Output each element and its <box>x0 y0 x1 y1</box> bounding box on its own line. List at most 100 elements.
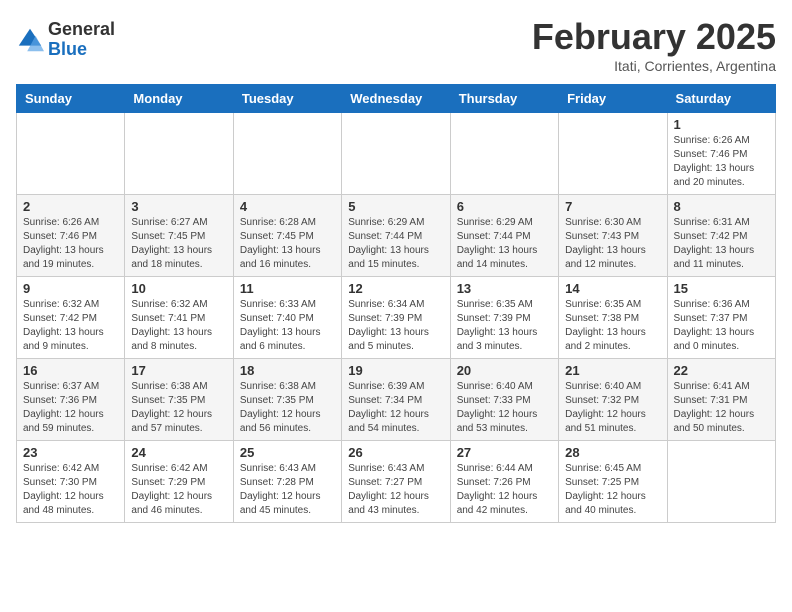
calendar-cell: 12 Sunrise: 6:34 AM Sunset: 7:39 PM Dayli… <box>342 277 450 359</box>
logo: General Blue <box>16 20 115 60</box>
calendar-cell: 19 Sunrise: 6:39 AM Sunset: 7:34 PM Dayli… <box>342 359 450 441</box>
day-info: Sunrise: 6:27 AM Sunset: 7:45 PM Dayligh… <box>131 216 226 272</box>
day-number: 3 <box>131 199 226 214</box>
calendar-cell: 20 Sunrise: 6:40 AM Sunset: 7:33 PM Dayli… <box>450 359 558 441</box>
day-number: 23 <box>23 445 118 460</box>
calendar-cell <box>559 113 667 195</box>
calendar-cell: 3 Sunrise: 6:27 AM Sunset: 7:45 PM Daylig… <box>125 195 233 277</box>
calendar-cell: 5 Sunrise: 6:29 AM Sunset: 7:44 PM Daylig… <box>342 195 450 277</box>
calendar-cell <box>667 441 775 523</box>
day-info: Sunrise: 6:29 AM Sunset: 7:44 PM Dayligh… <box>457 216 552 272</box>
calendar-cell: 25 Sunrise: 6:43 AM Sunset: 7:28 PM Dayli… <box>233 441 341 523</box>
day-header-sunday: Sunday <box>17 85 125 113</box>
day-number: 10 <box>131 281 226 296</box>
calendar-cell <box>450 113 558 195</box>
day-info: Sunrise: 6:42 AM Sunset: 7:30 PM Dayligh… <box>23 462 118 518</box>
day-info: Sunrise: 6:40 AM Sunset: 7:33 PM Dayligh… <box>457 380 552 436</box>
calendar-cell <box>342 113 450 195</box>
day-number: 15 <box>674 281 769 296</box>
day-number: 14 <box>565 281 660 296</box>
day-number: 22 <box>674 363 769 378</box>
calendar-cell: 9Sunrise: 6:32 AM Sunset: 7:42 PM Daylig… <box>17 277 125 359</box>
calendar-cell: 17 Sunrise: 6:38 AM Sunset: 7:35 PM Dayli… <box>125 359 233 441</box>
day-info: Sunrise: 6:26 AM Sunset: 7:46 PM Dayligh… <box>23 216 118 272</box>
day-number: 16 <box>23 363 118 378</box>
calendar-cell: 7 Sunrise: 6:30 AM Sunset: 7:43 PM Daylig… <box>559 195 667 277</box>
day-info: Sunrise: 6:33 AM Sunset: 7:40 PM Dayligh… <box>240 298 335 354</box>
calendar-cell: 27Sunrise: 6:44 AM Sunset: 7:26 PM Dayli… <box>450 441 558 523</box>
day-header-saturday: Saturday <box>667 85 775 113</box>
calendar-cell: 18Sunrise: 6:38 AM Sunset: 7:35 PM Dayli… <box>233 359 341 441</box>
day-info: Sunrise: 6:32 AM Sunset: 7:41 PM Dayligh… <box>131 298 226 354</box>
day-info: Sunrise: 6:35 AM Sunset: 7:39 PM Dayligh… <box>457 298 552 354</box>
day-info: Sunrise: 6:30 AM Sunset: 7:43 PM Dayligh… <box>565 216 660 272</box>
logo-blue-text: Blue <box>48 40 115 60</box>
day-number: 27 <box>457 445 552 460</box>
calendar-week-row: 2 Sunrise: 6:26 AM Sunset: 7:46 PM Daylig… <box>17 195 776 277</box>
day-info: Sunrise: 6:31 AM Sunset: 7:42 PM Dayligh… <box>674 216 769 272</box>
day-header-wednesday: Wednesday <box>342 85 450 113</box>
day-info: Sunrise: 6:42 AM Sunset: 7:29 PM Dayligh… <box>131 462 226 518</box>
day-info: Sunrise: 6:36 AM Sunset: 7:37 PM Dayligh… <box>674 298 769 354</box>
day-number: 2 <box>23 199 118 214</box>
calendar-week-row: 1 Sunrise: 6:26 AM Sunset: 7:46 PM Daylig… <box>17 113 776 195</box>
day-header-friday: Friday <box>559 85 667 113</box>
day-number: 25 <box>240 445 335 460</box>
calendar-cell: 1 Sunrise: 6:26 AM Sunset: 7:46 PM Daylig… <box>667 113 775 195</box>
day-info: Sunrise: 6:37 AM Sunset: 7:36 PM Dayligh… <box>23 380 118 436</box>
day-info: Sunrise: 6:35 AM Sunset: 7:38 PM Dayligh… <box>565 298 660 354</box>
day-number: 21 <box>565 363 660 378</box>
calendar-cell: 21 Sunrise: 6:40 AM Sunset: 7:32 PM Dayli… <box>559 359 667 441</box>
title-area: February 2025 Itati, Corrientes, Argenti… <box>532 16 776 74</box>
day-info: Sunrise: 6:38 AM Sunset: 7:35 PM Dayligh… <box>131 380 226 436</box>
day-number: 7 <box>565 199 660 214</box>
calendar-cell: 4 Sunrise: 6:28 AM Sunset: 7:45 PM Daylig… <box>233 195 341 277</box>
calendar-cell <box>17 113 125 195</box>
day-info: Sunrise: 6:45 AM Sunset: 7:25 PM Dayligh… <box>565 462 660 518</box>
day-number: 6 <box>457 199 552 214</box>
calendar-cell <box>125 113 233 195</box>
calendar-week-row: 9Sunrise: 6:32 AM Sunset: 7:42 PM Daylig… <box>17 277 776 359</box>
calendar-cell: 6 Sunrise: 6:29 AM Sunset: 7:44 PM Daylig… <box>450 195 558 277</box>
day-number: 11 <box>240 281 335 296</box>
day-number: 9 <box>23 281 118 296</box>
day-number: 8 <box>674 199 769 214</box>
calendar-week-row: 23 Sunrise: 6:42 AM Sunset: 7:30 PM Dayli… <box>17 441 776 523</box>
day-info: Sunrise: 6:29 AM Sunset: 7:44 PM Dayligh… <box>348 216 443 272</box>
logo-general-text: General <box>48 20 115 40</box>
day-number: 13 <box>457 281 552 296</box>
day-number: 26 <box>348 445 443 460</box>
calendar-cell: 23 Sunrise: 6:42 AM Sunset: 7:30 PM Dayli… <box>17 441 125 523</box>
calendar-cell: 10 Sunrise: 6:32 AM Sunset: 7:41 PM Dayli… <box>125 277 233 359</box>
calendar-cell: 28 Sunrise: 6:45 AM Sunset: 7:25 PM Dayli… <box>559 441 667 523</box>
day-number: 5 <box>348 199 443 214</box>
day-info: Sunrise: 6:39 AM Sunset: 7:34 PM Dayligh… <box>348 380 443 436</box>
day-number: 4 <box>240 199 335 214</box>
day-number: 1 <box>674 117 769 132</box>
month-title: February 2025 <box>532 16 776 58</box>
calendar-week-row: 16 Sunrise: 6:37 AM Sunset: 7:36 PM Dayli… <box>17 359 776 441</box>
day-number: 19 <box>348 363 443 378</box>
day-info: Sunrise: 6:43 AM Sunset: 7:27 PM Dayligh… <box>348 462 443 518</box>
day-info: Sunrise: 6:43 AM Sunset: 7:28 PM Dayligh… <box>240 462 335 518</box>
calendar-header-row: SundayMondayTuesdayWednesdayThursdayFrid… <box>17 85 776 113</box>
day-info: Sunrise: 6:40 AM Sunset: 7:32 PM Dayligh… <box>565 380 660 436</box>
day-number: 18 <box>240 363 335 378</box>
calendar-cell: 22Sunrise: 6:41 AM Sunset: 7:31 PM Dayli… <box>667 359 775 441</box>
day-number: 17 <box>131 363 226 378</box>
day-header-thursday: Thursday <box>450 85 558 113</box>
calendar-cell: 24Sunrise: 6:42 AM Sunset: 7:29 PM Dayli… <box>125 441 233 523</box>
day-info: Sunrise: 6:28 AM Sunset: 7:45 PM Dayligh… <box>240 216 335 272</box>
calendar-cell <box>233 113 341 195</box>
day-info: Sunrise: 6:26 AM Sunset: 7:46 PM Dayligh… <box>674 134 769 190</box>
day-info: Sunrise: 6:34 AM Sunset: 7:39 PM Dayligh… <box>348 298 443 354</box>
calendar-cell: 13 Sunrise: 6:35 AM Sunset: 7:39 PM Dayli… <box>450 277 558 359</box>
day-number: 12 <box>348 281 443 296</box>
calendar-table: SundayMondayTuesdayWednesdayThursdayFrid… <box>16 84 776 523</box>
calendar-cell: 2 Sunrise: 6:26 AM Sunset: 7:46 PM Daylig… <box>17 195 125 277</box>
day-number: 20 <box>457 363 552 378</box>
header: General Blue February 2025 Itati, Corrie… <box>16 16 776 74</box>
calendar-cell: 15 Sunrise: 6:36 AM Sunset: 7:37 PM Dayli… <box>667 277 775 359</box>
day-number: 28 <box>565 445 660 460</box>
day-header-tuesday: Tuesday <box>233 85 341 113</box>
